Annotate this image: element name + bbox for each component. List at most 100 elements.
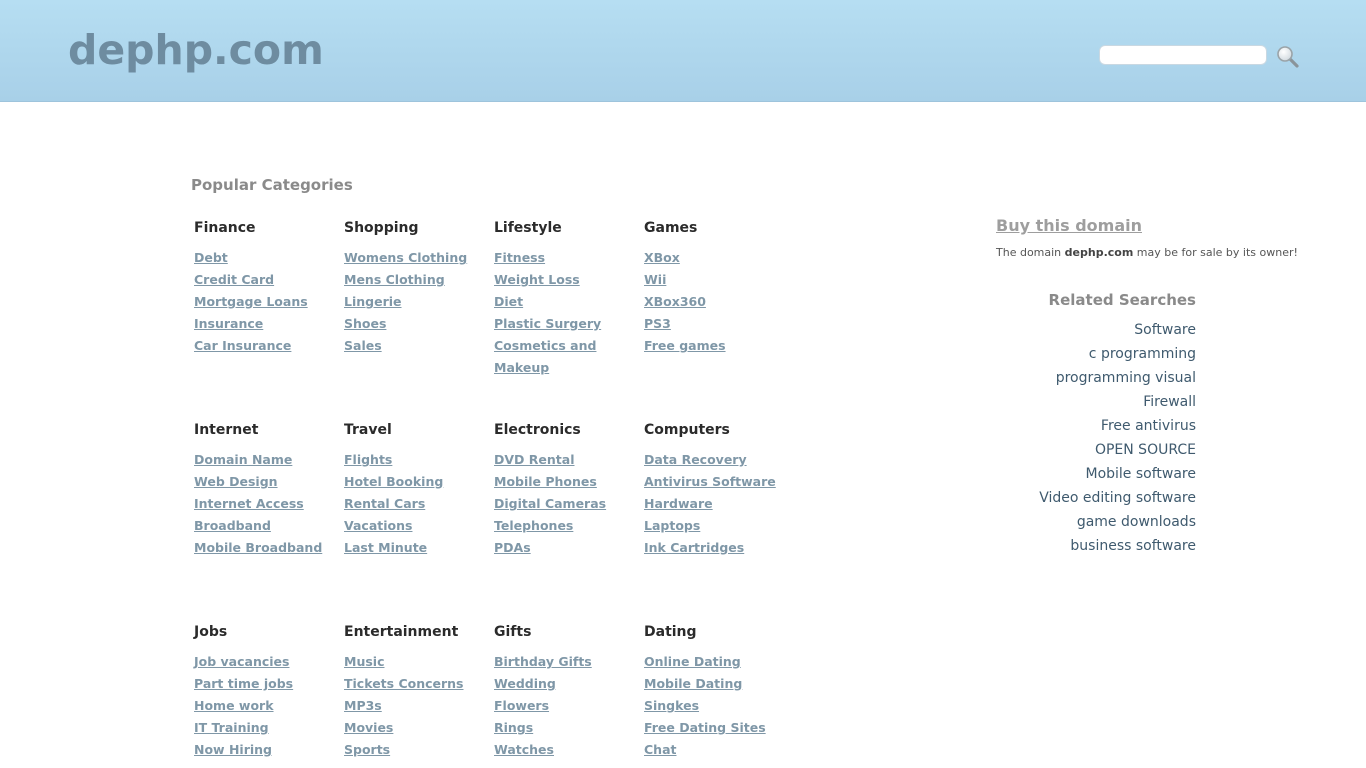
category-lifestyle: Lifestyle Fitness Weight Loss Diet Plast… — [494, 218, 606, 379]
category-link[interactable]: Rental Cars — [344, 496, 425, 511]
category-dating: Dating Online Dating Mobile Dating Singk… — [644, 622, 794, 761]
category-title: Entertainment — [344, 624, 459, 640]
category-link[interactable]: Rings — [494, 720, 533, 735]
site-logo[interactable]: dephp.com — [68, 26, 324, 74]
category-jobs: Jobs Job vacancies Part time jobs Home w… — [194, 622, 344, 761]
category-link[interactable]: Cosmetics and Makeup — [494, 338, 596, 375]
category-link[interactable]: Hotel Booking — [344, 474, 443, 489]
category-link[interactable]: Sales — [344, 338, 382, 353]
category-title: Internet — [194, 422, 259, 438]
category-link[interactable]: MP3s — [344, 698, 382, 713]
category-link[interactable]: PDAs — [494, 540, 531, 555]
sale-domain: dephp.com — [1064, 246, 1134, 259]
category-link[interactable]: XBox360 — [644, 294, 706, 309]
category-link[interactable]: Womens Clothing — [344, 250, 467, 265]
category-link[interactable]: Free Dating Sites — [644, 720, 766, 735]
category-link[interactable]: Mobile Phones — [494, 474, 597, 489]
category-link[interactable]: Insurance — [194, 316, 263, 331]
related-search-link[interactable]: Video editing software — [1039, 490, 1196, 506]
category-link[interactable]: Telephones — [494, 518, 573, 533]
related-search-link[interactable]: c programming — [1089, 346, 1196, 362]
category-link[interactable]: Fitness — [494, 250, 545, 265]
category-finance: Finance Debt Credit Card Mortgage Loans … — [194, 218, 344, 357]
category-internet: Internet Domain Name Web Design Internet… — [194, 420, 344, 559]
category-link[interactable]: Chat — [644, 742, 676, 757]
search-input[interactable] — [1099, 45, 1267, 65]
category-link[interactable]: Flowers — [494, 698, 549, 713]
buy-domain-link[interactable]: Buy this domain — [996, 216, 1142, 235]
category-link[interactable]: Plastic Surgery — [494, 316, 601, 331]
related-search-link[interactable]: OPEN SOURCE — [1095, 442, 1196, 458]
category-link[interactable]: Lingerie — [344, 294, 402, 309]
category-link[interactable]: Tickets Concerns — [344, 676, 464, 691]
category-link[interactable]: Now Hiring — [194, 742, 272, 757]
related-search-link[interactable]: game downloads — [1077, 514, 1196, 530]
category-link[interactable]: Car Insurance — [194, 338, 291, 353]
category-link[interactable]: Mens Clothing — [344, 272, 445, 287]
related-search-link[interactable]: Free antivirus — [1101, 418, 1196, 434]
category-travel: Travel Flights Hotel Booking Rental Cars… — [344, 420, 494, 559]
sale-prefix: The domain — [996, 246, 1065, 259]
category-link[interactable]: Antivirus Software — [644, 474, 776, 489]
category-link[interactable]: Digital Cameras — [494, 496, 606, 511]
category-title: Jobs — [194, 624, 228, 640]
category-link[interactable]: Last Minute — [344, 540, 427, 555]
category-link[interactable]: Internet Access — [194, 496, 304, 511]
category-link[interactable]: Flights — [344, 452, 392, 467]
category-link[interactable]: Broadband — [194, 518, 271, 533]
related-searches-list: Software c programming programming visua… — [996, 318, 1196, 558]
popular-categories-title: Popular Categories — [191, 176, 353, 194]
category-link[interactable]: DVD Rental — [494, 452, 574, 467]
category-title: Dating — [644, 624, 697, 640]
sale-notice: The domain dephp.com may be for sale by … — [996, 246, 1298, 259]
category-link[interactable]: Free games — [644, 338, 726, 353]
category-link[interactable]: Ink Cartridges — [644, 540, 744, 555]
category-link[interactable]: Movies — [344, 720, 393, 735]
category-link[interactable]: Vacations — [344, 518, 412, 533]
category-link[interactable]: Laptops — [644, 518, 700, 533]
category-link[interactable]: Domain Name — [194, 452, 292, 467]
category-link[interactable]: Weight Loss — [494, 272, 580, 287]
search-button[interactable] — [1275, 44, 1301, 70]
related-search-link[interactable]: business software — [1070, 538, 1196, 554]
category-link[interactable]: Online Dating — [644, 654, 741, 669]
category-link[interactable]: Music — [344, 654, 384, 669]
category-link[interactable]: Credit Card — [194, 272, 274, 287]
category-link[interactable]: Watches — [494, 742, 554, 757]
category-link[interactable]: Data Recovery — [644, 452, 747, 467]
category-link[interactable]: Part time jobs — [194, 676, 293, 691]
category-link[interactable]: Home work — [194, 698, 274, 713]
category-link[interactable]: Mobile Dating — [644, 676, 742, 691]
category-link[interactable]: IT Training — [194, 720, 269, 735]
related-search-link[interactable]: Mobile software — [1086, 466, 1197, 482]
related-search-link[interactable]: Software — [1134, 322, 1196, 338]
category-title: Shopping — [344, 220, 419, 236]
category-link[interactable]: Sports — [344, 742, 390, 757]
related-searches-title: Related Searches — [1048, 291, 1196, 309]
category-link[interactable]: Job vacancies — [194, 654, 289, 669]
sale-suffix: may be for sale by its owner! — [1133, 246, 1298, 259]
related-search-link[interactable]: programming visual — [1056, 370, 1196, 386]
category-link[interactable]: Mobile Broadband — [194, 540, 322, 555]
category-link[interactable]: Hardware — [644, 496, 713, 511]
category-link[interactable]: Mortgage Loans — [194, 294, 308, 309]
category-computers: Computers Data Recovery Antivirus Softwa… — [644, 420, 794, 559]
category-link[interactable]: PS3 — [644, 316, 671, 331]
category-link[interactable]: Shoes — [344, 316, 386, 331]
category-title: Travel — [344, 422, 392, 438]
category-title: Lifestyle — [494, 220, 562, 236]
category-link[interactable]: Birthday Gifts — [494, 654, 592, 669]
header-bar: dephp.com — [0, 0, 1366, 102]
category-link[interactable]: Wii — [644, 272, 666, 287]
category-link[interactable]: Singkes — [644, 698, 699, 713]
category-link[interactable]: Web Design — [194, 474, 278, 489]
category-link[interactable]: Diet — [494, 294, 523, 309]
category-gifts: Gifts Birthday Gifts Wedding Flowers Rin… — [494, 622, 644, 761]
category-electronics: Electronics DVD Rental Mobile Phones Dig… — [494, 420, 644, 559]
category-link[interactable]: XBox — [644, 250, 680, 265]
category-link[interactable]: Debt — [194, 250, 228, 265]
category-title: Games — [644, 220, 698, 236]
related-search-link[interactable]: Firewall — [1143, 394, 1196, 410]
category-link[interactable]: Wedding — [494, 676, 556, 691]
category-title: Computers — [644, 422, 730, 438]
